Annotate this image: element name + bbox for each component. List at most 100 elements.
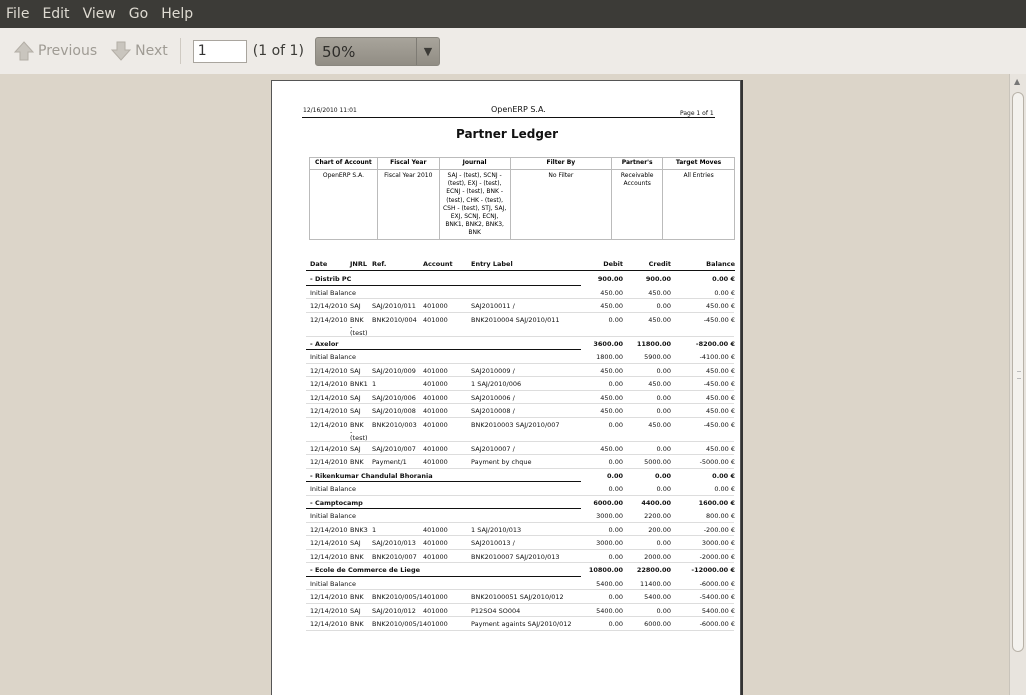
- cell-debit: 0.00: [608, 315, 623, 324]
- cell-entry-label: BNK2010004 SAJ/2010/011: [471, 315, 560, 324]
- cell-account: 401000: [423, 620, 448, 628]
- ledger-row: 12/14/2010 SAJ SAJ/2010/009 401000 SAJ201000…: [310, 364, 735, 377]
- cell-entry-label: 1 SAJ/2010/013: [471, 525, 522, 534]
- previous-button[interactable]: Previous: [14, 34, 97, 68]
- ledger-row: 12/14/2010 SAJ SAJ/2010/012 401000 P12SO4 SO…: [310, 604, 735, 617]
- ledger-row: 12/14/2010 BNK BNK2010/005/1 401000 Payment …: [310, 617, 735, 630]
- cell-date: - Distrib PC: [310, 275, 352, 283]
- cell-jnrl: SAJ: [350, 302, 361, 310]
- previous-label: Previous: [38, 43, 98, 59]
- header-rule: [306, 270, 735, 271]
- cell-credit: 0.00: [656, 444, 671, 453]
- zoom-select[interactable]: 50% ▼: [315, 37, 440, 66]
- scrollbar-thumb[interactable]: [1012, 92, 1024, 652]
- cell-balance: -6000.00 €: [699, 579, 735, 588]
- vertical-scrollbar[interactable]: ▲: [1009, 74, 1026, 695]
- cell-balance: 450.00 €: [706, 444, 735, 453]
- cell-debit: 1800.00: [596, 353, 623, 361]
- document-viewport[interactable]: 12/16/2010 11:01 OpenERP S.A. Page 1 of …: [0, 74, 1009, 695]
- menu-file[interactable]: File: [6, 0, 29, 28]
- cell-balance: -6000.00 €: [699, 620, 735, 628]
- menu-go[interactable]: Go: [129, 0, 148, 28]
- cell-balance: 800.00 €: [706, 512, 735, 520]
- cell-credit: 0.00: [654, 471, 671, 480]
- cell-credit: 450.00: [648, 288, 671, 297]
- cell-balance: -12000.00 €: [691, 566, 735, 574]
- cell-debit: 450.00: [600, 444, 623, 453]
- cell-date: 12/14/2010: [310, 315, 348, 324]
- scroll-up-arrow-icon[interactable]: ▲: [1014, 77, 1020, 86]
- cell-credit: 450.00: [648, 420, 671, 429]
- cell-account: 401000: [423, 444, 448, 453]
- cell-date: 12/14/2010: [310, 407, 348, 415]
- cell-date: 12/14/2010: [310, 366, 348, 375]
- col-credit: Credit: [648, 260, 671, 268]
- menu-help[interactable]: Help: [161, 0, 193, 28]
- cell-balance: -5400.00 €: [699, 593, 735, 601]
- cell-date: 12/14/2010: [310, 458, 348, 466]
- filter-value: Fiscal Year 2010: [376, 169, 440, 240]
- filter-value: OpenERP S.A.: [309, 169, 378, 240]
- cell-debit: 0.00: [608, 593, 623, 601]
- up-arrow-icon: [14, 41, 34, 61]
- cell-date: Initial Balance: [310, 288, 356, 297]
- filter-header: Fiscal Year: [376, 157, 440, 170]
- document-page: 12/16/2010 11:01 OpenERP S.A. Page 1 of …: [271, 80, 741, 695]
- cell-account: 401000: [423, 302, 448, 310]
- next-button[interactable]: Next: [111, 34, 168, 68]
- cell-jnrl: SAJ: [350, 407, 361, 415]
- cell-debit: 0.00: [608, 525, 623, 534]
- cell-credit: 0.00: [656, 539, 671, 547]
- cell-debit: 450.00: [600, 393, 623, 402]
- chevron-down-icon: ▼: [423, 45, 433, 58]
- menu-view[interactable]: View: [83, 0, 116, 28]
- cell-debit: 450.00: [600, 407, 623, 415]
- cell-jnrl: SAJ: [350, 366, 361, 375]
- cell-account: 401000: [423, 606, 448, 615]
- cell-account: 401000: [423, 525, 448, 534]
- cell-jnrl: SAJ: [350, 606, 361, 615]
- cell-ref: SAJ/2010/007: [372, 444, 416, 453]
- cell-balance: 0.00 €: [714, 485, 735, 493]
- cell-date: Initial Balance: [310, 485, 356, 493]
- menu-bar: File Edit View Go Help: [0, 0, 1026, 28]
- ledger-row: 12/14/2010 BNK BNK2010/005/1 401000 BNK20100…: [310, 590, 735, 603]
- cell-date: 12/14/2010: [310, 444, 348, 453]
- cell-debit: 3000.00: [596, 512, 623, 520]
- filter-table: Chart of Account Fiscal Year Journal Fil…: [309, 157, 735, 240]
- cell-balance: 450.00 €: [706, 366, 735, 375]
- cell-entry-label: SAJ2010009 /: [471, 366, 515, 375]
- cell-date: Initial Balance: [310, 512, 356, 520]
- cell-credit: 4400.00: [641, 498, 671, 507]
- ledger-row: 12/14/2010 SAJ SAJ/2010/008 401000 SAJ201000…: [310, 404, 735, 417]
- cell-entry-label: SAJ2010007 /: [471, 444, 515, 453]
- company-name: OpenERP S.A.: [491, 105, 546, 114]
- initial-balance-row: Initial Balance 3000.00 2200.00 800.00 €: [310, 509, 735, 522]
- cell-account: 401000: [423, 458, 448, 466]
- menu-edit[interactable]: Edit: [42, 0, 69, 28]
- cell-entry-label: P12SO4 SO004: [471, 606, 521, 615]
- header-rule: [302, 117, 715, 118]
- cell-credit: 0.00: [656, 407, 671, 415]
- cell-date: 12/14/2010: [310, 380, 348, 388]
- cell-balance: 0.00 €: [712, 275, 735, 283]
- filter-header: Partner's: [611, 157, 664, 170]
- cell-date: 12/14/2010: [310, 420, 348, 429]
- page-number-input[interactable]: [192, 39, 247, 63]
- cell-credit: 0.00: [656, 302, 671, 310]
- cell-debit: 0.00: [608, 420, 623, 429]
- cell-ref: BNK2010/005/1: [372, 620, 424, 628]
- cell-credit: 450.00: [648, 380, 671, 388]
- col-date: Date: [310, 260, 328, 268]
- cell-debit: 3600.00: [593, 339, 623, 348]
- cell-entry-label: SAJ2010013 /: [471, 539, 515, 547]
- down-arrow-icon: [111, 41, 132, 61]
- cell-debit: 3000.00: [596, 539, 623, 547]
- col-balance: Balance: [706, 260, 735, 268]
- ledger-row: 12/14/2010 BNK BNK2010/007 401000 BNK2010007…: [310, 550, 735, 563]
- cell-balance: -200.00 €: [703, 525, 735, 534]
- cell-ref: SAJ/2010/011: [372, 302, 416, 310]
- cell-debit: 6000.00: [593, 498, 623, 507]
- partner-row: - Camptocamp 6000.00 4400.00 1600.00 €: [310, 496, 735, 509]
- cell-date: 12/14/2010: [310, 393, 348, 402]
